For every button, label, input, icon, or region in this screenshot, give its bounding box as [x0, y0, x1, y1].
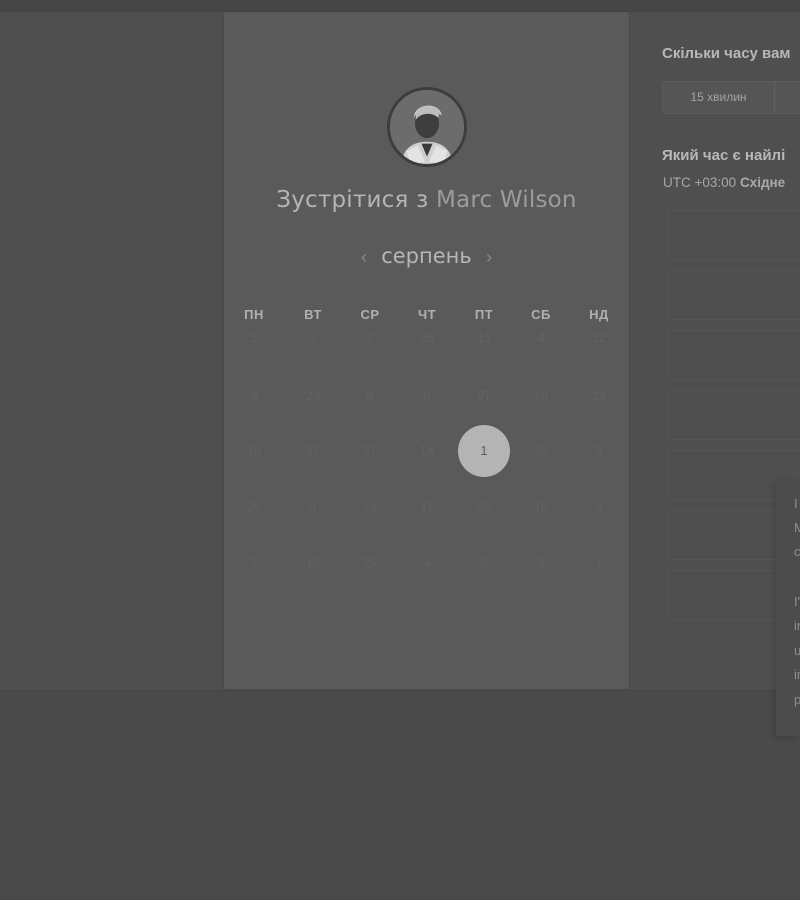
calendar-day: 29 — [305, 388, 321, 403]
top-strip — [0, 0, 800, 12]
calendar-day: 1 — [309, 330, 317, 345]
popup-text-line: in — [794, 667, 800, 682]
calendar-day: 10 — [533, 499, 549, 514]
popup-text-line: in — [794, 618, 800, 633]
calendar-day: 4 — [309, 499, 317, 514]
calendar-day: 29 — [362, 555, 378, 570]
timezone-label[interactable]: UTC +03:00 Східне — [663, 175, 785, 190]
calendar-card: Зустрітися з Marc Wilson ‹ серпень › ПН В… — [224, 12, 629, 689]
calendar-day: 29 — [476, 499, 492, 514]
calendar-days-grid: 5 1 7 26 13 4 12 3 29 8 6 27 18 14 15 27 27 14 1 25 5 26 4 14 11… — [224, 12, 629, 689]
time-slot[interactable] — [667, 330, 800, 380]
calendar-day-selected[interactable]: 1 — [458, 425, 510, 477]
calendar-day: 15 — [246, 443, 262, 458]
timezone-offset: UTC +03:00 — [663, 175, 737, 190]
popup-text-line: I — [794, 496, 798, 511]
popup-text-line: I' — [794, 594, 800, 609]
calendar-day: 7 — [366, 330, 374, 345]
calendar-day: 7 — [595, 555, 603, 570]
calendar-day: 14 — [362, 499, 378, 514]
calendar-day: 3 — [250, 388, 258, 403]
popup-text-line: M — [794, 520, 800, 535]
help-popup: IMc I' in u in p — [776, 480, 800, 736]
calendar-day: 18 — [533, 388, 549, 403]
calendar-day: 5 — [595, 443, 603, 458]
calendar-day: 5 — [250, 330, 258, 345]
calendar-day: 6 — [423, 388, 431, 403]
time-question: Який час є найлі — [662, 147, 786, 164]
popup-text-line: c — [794, 544, 800, 559]
time-slot[interactable] — [667, 270, 800, 320]
calendar-day: 4 — [423, 555, 431, 570]
calendar-day: 2 — [250, 555, 258, 570]
calendar-day: 16 — [305, 555, 321, 570]
duration-option-15-min[interactable]: 15 хвилин — [663, 82, 775, 113]
calendar-day: 8 — [366, 388, 374, 403]
calendar-day: 25 — [533, 443, 549, 458]
panel-divider — [0, 690, 800, 691]
calendar-day: 27 — [362, 443, 378, 458]
calendar-day: 6 — [480, 555, 488, 570]
timezone-name: Східне — [739, 175, 786, 190]
calendar-day: 5 — [537, 555, 545, 570]
calendar-day: 14 — [591, 388, 607, 403]
duration-selector: 15 хвилин — [662, 81, 800, 114]
duration-question: Скільки часу вам — [662, 45, 791, 62]
calendar-day: 27 — [476, 388, 492, 403]
calendar-day: 26 — [246, 499, 262, 514]
calendar-day: 3 — [595, 499, 603, 514]
calendar-day: 26 — [419, 330, 435, 345]
calendar-day: 4 — [537, 330, 545, 345]
calendar-day: 27 — [305, 443, 321, 458]
calendar-day: 14 — [419, 443, 435, 458]
popup-text-line: u — [794, 643, 800, 658]
calendar-day: 13 — [476, 330, 492, 345]
popup-text-line: p — [794, 692, 800, 707]
calendar-day: 11 — [420, 499, 434, 514]
time-slot[interactable] — [667, 390, 800, 440]
time-slot[interactable] — [667, 210, 800, 260]
calendar-day: 12 — [591, 330, 607, 345]
